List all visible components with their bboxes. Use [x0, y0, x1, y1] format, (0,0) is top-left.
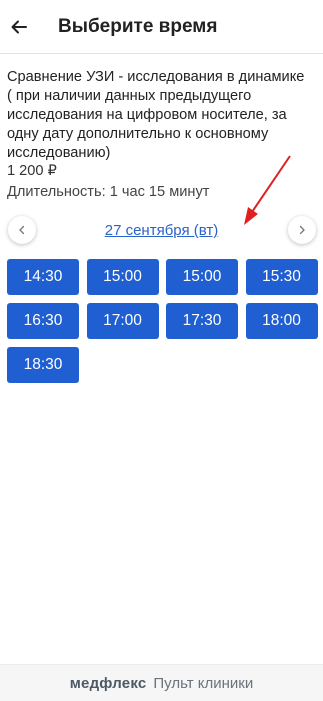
date-navigator: 27 сентября (вт) — [0, 214, 323, 248]
brand-logo: медфлекс — [69, 674, 147, 692]
time-slot-button[interactable]: 18:00 — [245, 303, 318, 339]
service-duration: Длительность: 1 час 15 минут — [7, 184, 210, 200]
time-slot-button[interactable]: 15:00 — [86, 259, 159, 295]
time-slot-button[interactable]: 15:00 — [166, 259, 238, 295]
time-slot-button[interactable]: 17:30 — [166, 303, 238, 339]
current-date-link[interactable]: 27 сентября (вт) — [0, 222, 323, 239]
arrow-left-icon — [11, 20, 27, 34]
back-button[interactable] — [6, 14, 32, 40]
time-slot-button[interactable]: 16:30 — [7, 303, 79, 339]
time-slot-button[interactable]: 14:30 — [7, 259, 79, 295]
service-price: 1 200 ₽ — [7, 163, 57, 179]
app-header: Выберите время — [0, 0, 323, 54]
time-slot-grid: 14:30 15:00 15:00 15:30 16:30 17:00 17:30 18:00… — [7, 259, 318, 383]
time-slot-button[interactable]: 18:30 — [7, 347, 79, 383]
service-name: Сравнение УЗИ - исследования в динамике … — [7, 69, 305, 161]
footer: медфлекс Пульт клиники — [0, 664, 323, 701]
next-date-button[interactable] — [288, 216, 316, 244]
time-slot-button[interactable]: 15:30 — [245, 259, 318, 295]
chevron-right-icon — [299, 225, 305, 235]
time-slot-button[interactable]: 17:00 — [86, 303, 159, 339]
page-title: Выберите время — [58, 16, 218, 37]
footer-subtitle: Пульт клиники — [153, 674, 254, 692]
